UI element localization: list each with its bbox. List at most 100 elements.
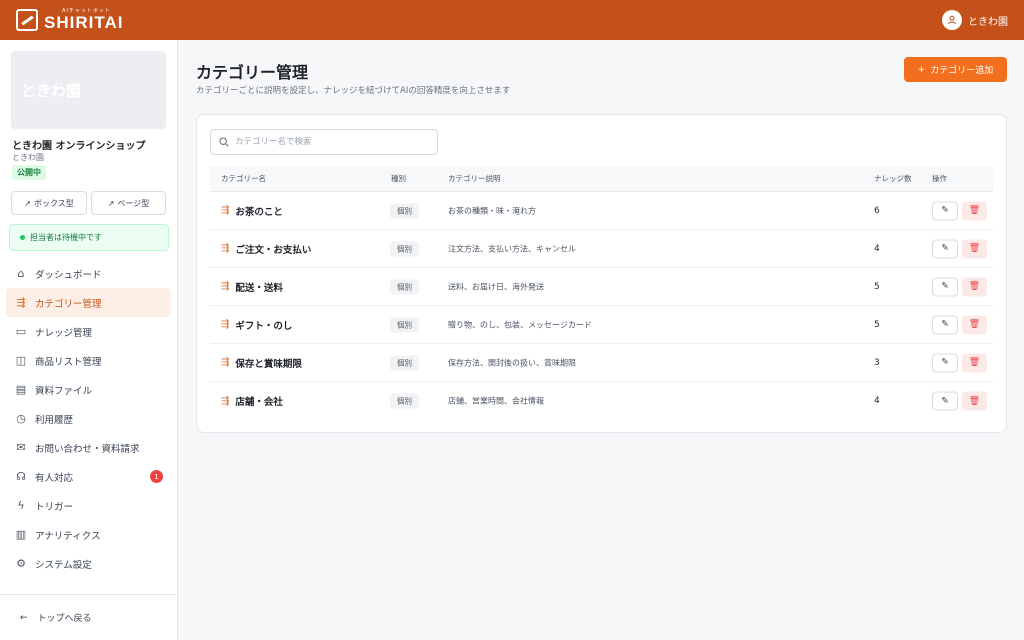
trash-icon: 🗑 xyxy=(968,357,981,368)
category-name-cell[interactable]: ⇶ お茶のこと xyxy=(221,204,283,218)
shop-banner-logo: ときわ園 xyxy=(21,81,82,100)
delete-button[interactable]: 🗑 xyxy=(962,315,987,334)
delete-button[interactable]: 🗑 xyxy=(962,391,987,411)
logo[interactable]: AIチャットボット SHIRITAI xyxy=(16,9,123,31)
category-name: 店舗・会社 xyxy=(235,397,283,408)
box-type-label: ボックス型 xyxy=(33,198,74,208)
delete-button[interactable]: 🗑 xyxy=(962,353,987,372)
category-icon: ⇶ xyxy=(221,357,230,368)
sidebar-item-label: アナリティクス xyxy=(35,530,101,542)
category-icon: ⇶ xyxy=(16,296,26,309)
category-name: ご注文・お支払い xyxy=(235,244,312,256)
home-icon: ⌂ xyxy=(17,267,25,280)
column-header-description: カテゴリー説明 xyxy=(448,174,501,183)
shop-subtitle: ときわ園 xyxy=(12,153,44,162)
trash-icon: 🗑 xyxy=(968,281,981,292)
category-name: ギフト・のし xyxy=(235,320,293,332)
page-title: カテゴリー管理 xyxy=(196,63,309,82)
delete-button[interactable]: 🗑 xyxy=(962,201,987,220)
sidebar-item-knowledge[interactable]: ▭ ナレッジ管理 xyxy=(6,317,171,346)
user-menu[interactable]: ときわ園 xyxy=(942,10,1008,30)
category-name-cell[interactable]: ⇶ ギフト・のし xyxy=(221,318,292,332)
sidebar-item-live-support[interactable]: ☊ 有人対応 1 xyxy=(6,462,171,491)
category-icon: ⇶ xyxy=(221,395,230,407)
external-link-icon: ↗ xyxy=(107,198,115,208)
mail-icon: ✉ xyxy=(16,441,26,454)
page-type-label: ページ型 xyxy=(117,198,150,208)
sidebar-item-triggers[interactable]: ϟ トリガー xyxy=(6,491,171,520)
category-description: 贈り物、のし、包装、メッセージカード xyxy=(448,320,592,329)
knowledge-count: 4 xyxy=(874,243,880,254)
category-description: 送料、お届け日、海外発送 xyxy=(448,282,544,291)
category-name-cell[interactable]: ⇶ ご注文・お支払い xyxy=(221,242,311,256)
delete-button[interactable]: 🗑 xyxy=(962,277,987,296)
pencil-icon: ✎ xyxy=(941,357,949,368)
sidebar-item-label: ダッシュボード xyxy=(35,269,102,281)
gear-icon: ⚙ xyxy=(16,557,26,570)
table-row: ⇶ 配送・送料 個別 送料、お届け日、海外発送 5 ✎ 🗑 xyxy=(210,268,993,306)
type-badge: 個別 xyxy=(390,393,419,409)
edit-button[interactable]: ✎ xyxy=(932,277,958,296)
category-name: お茶のこと xyxy=(235,206,283,218)
column-header-actions: 操作 xyxy=(932,174,947,183)
column-header-count: ナレッジ数 xyxy=(874,174,912,183)
delete-button[interactable]: 🗑 xyxy=(962,239,987,258)
table-row: ⇶ お茶のこと 個別 お茶の種類・味・淹れ方 6 ✎ 🗑 xyxy=(210,192,993,230)
notification-badge: 1 xyxy=(150,470,163,483)
sidebar-item-inquiries[interactable]: ✉ お問い合わせ・資料請求 xyxy=(6,433,171,462)
category-name-cell[interactable]: ⇶ 配送・送料 xyxy=(221,280,283,294)
logo-mark-icon xyxy=(16,9,38,31)
sidebar-item-analytics[interactable]: ▥ アナリティクス xyxy=(6,520,171,549)
edit-button[interactable]: ✎ xyxy=(932,353,958,372)
edit-button[interactable]: ✎ xyxy=(932,201,958,220)
status-badge: 公開中 xyxy=(12,165,46,180)
edit-button[interactable]: ✎ xyxy=(932,391,958,411)
trash-icon: 🗑 xyxy=(968,396,981,406)
sidebar-item-history[interactable]: ◷ 利用履歴 xyxy=(6,404,171,433)
category-name-cell[interactable]: ⇶ 保存と賞味期限 xyxy=(221,356,302,370)
pencil-icon: ✎ xyxy=(941,319,949,330)
clock-icon: ◷ xyxy=(16,412,26,425)
column-header-name: カテゴリー名 xyxy=(221,174,266,183)
page-type-button[interactable]: ↗ ページ型 xyxy=(91,191,166,215)
trash-icon: 🗑 xyxy=(968,319,981,330)
box-type-button[interactable]: ↗ ボックス型 xyxy=(11,191,87,215)
external-link-icon: ↗ xyxy=(24,198,31,208)
sidebar-item-settings[interactable]: ⚙ システム設定 xyxy=(6,549,171,578)
edit-button[interactable]: ✎ xyxy=(932,315,958,334)
category-icon: ⇶ xyxy=(221,205,230,216)
table-row: ⇶ ご注文・お支払い 個別 注文方法、支払い方法、キャンセル 4 ✎ 🗑 xyxy=(210,230,993,268)
category-description: 店舗、営業時間、会社情報 xyxy=(448,396,544,406)
plus-icon: + xyxy=(917,64,926,75)
sidebar-item-dashboard[interactable]: ⌂ ダッシュボード xyxy=(6,259,171,288)
sidebar-nav: ⌂ ダッシュボード ⇶ カテゴリー管理 ▭ ナレッジ管理 ◫ 商品リスト管理 ▤… xyxy=(6,259,171,578)
add-category-label: カテゴリー追加 xyxy=(930,66,994,76)
add-category-button[interactable]: + カテゴリー追加 xyxy=(904,57,1007,82)
back-to-top-label: トップへ戻る xyxy=(37,614,92,624)
arrow-left-icon: ← xyxy=(20,612,28,623)
shopping-bag-icon: ◫ xyxy=(15,354,27,367)
column-header-type: 種別 xyxy=(391,174,406,183)
trash-icon: 🗑 xyxy=(968,243,981,254)
knowledge-count: 3 xyxy=(874,357,880,368)
type-badge: 個別 xyxy=(390,317,419,332)
knowledge-count: 5 xyxy=(874,281,880,292)
search-input[interactable] xyxy=(235,137,425,147)
back-to-top-link[interactable]: ← トップへ戻る xyxy=(0,594,178,640)
category-description: 保存方法、開封後の扱い、賞味期限 xyxy=(448,358,576,367)
sidebar-item-label: 資料ファイル xyxy=(35,385,93,397)
category-card: カテゴリー名 種別 カテゴリー説明 ナレッジ数 操作 ⇶ お茶のこと 個別 お茶の… xyxy=(196,114,1007,433)
type-badge: 個別 xyxy=(390,355,419,370)
agent-status-text: 担当者は待機中です xyxy=(30,233,102,242)
category-name: 配送・送料 xyxy=(235,282,283,294)
trash-icon: 🗑 xyxy=(968,205,981,216)
user-name: ときわ園 xyxy=(968,16,1008,28)
edit-button[interactable]: ✎ xyxy=(932,239,958,258)
sidebar-item-category[interactable]: ⇶ カテゴリー管理 xyxy=(6,288,171,317)
knowledge-count: 5 xyxy=(874,319,880,330)
sidebar-item-files[interactable]: ▤ 資料ファイル xyxy=(6,375,171,404)
sidebar-item-products[interactable]: ◫ 商品リスト管理 xyxy=(6,346,171,375)
category-name-cell[interactable]: ⇶ 店舗・会社 xyxy=(221,394,283,409)
sidebar-item-label: お問い合わせ・資料請求 xyxy=(35,443,140,455)
status-dot-icon xyxy=(20,235,25,240)
